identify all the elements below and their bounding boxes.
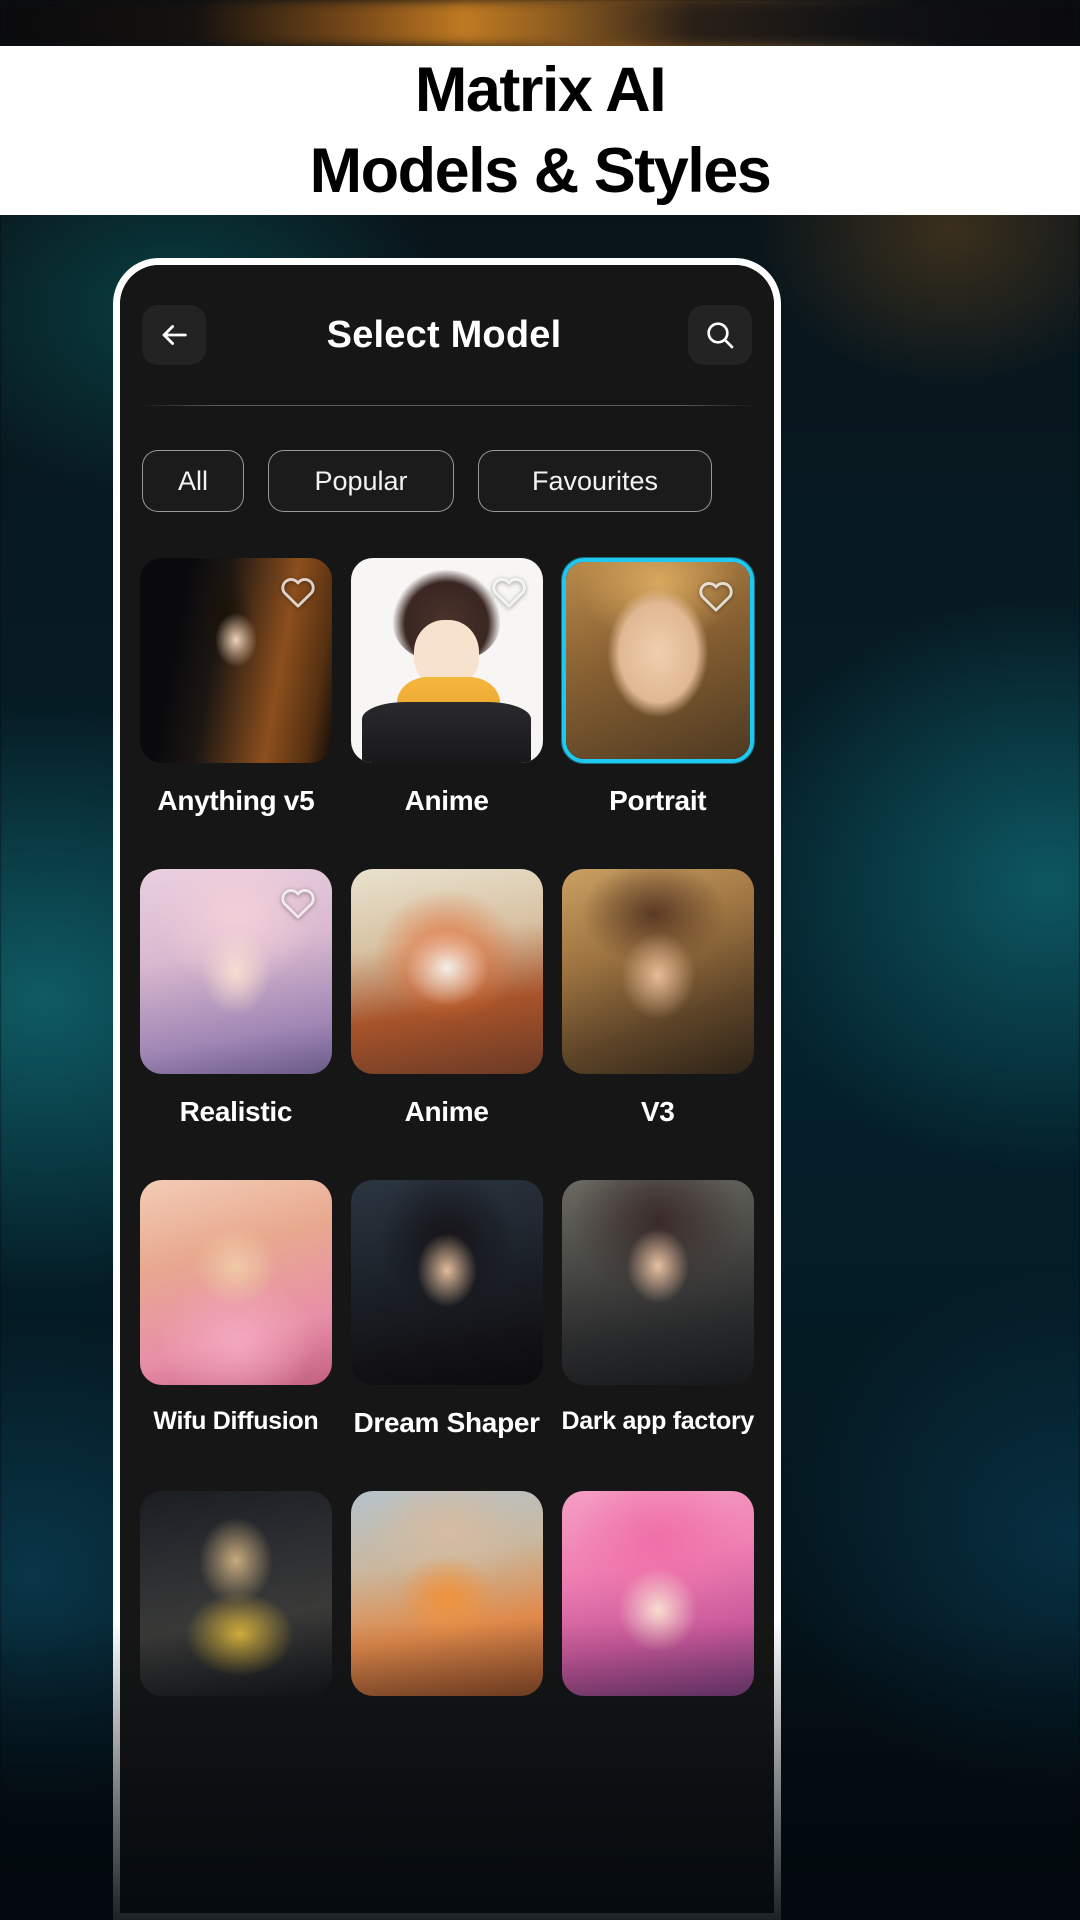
model-preview-image [350,1180,543,1385]
model-grid: Anything v5 Anime Portrait Realistic Anime V3… [120,512,774,1764]
search-icon [707,322,734,349]
model-card[interactable]: Anything v5 [140,558,332,863]
model-preview-image [561,869,754,1074]
model-card[interactable]: V3 [561,869,754,1174]
filter-chip-row: All Popular Favourites [120,406,774,512]
model-label: Anime [404,785,489,816]
background-bottom-fade [0,1620,1080,1920]
promo-title-line-1: Matrix AI [414,54,667,125]
favourite-heart-icon[interactable] [489,572,529,612]
model-card[interactable]: Anime [350,869,543,1174]
filter-chip-favourites[interactable]: Favourites [478,450,712,512]
model-card[interactable]: Realistic [140,869,332,1174]
model-card[interactable]: Dream Shaper [350,1180,543,1485]
model-preview-image [561,1180,754,1385]
model-thumbnail[interactable] [140,869,332,1074]
model-thumbnail[interactable] [350,869,543,1074]
model-label: Portrait [609,785,707,816]
model-thumbnail[interactable] [561,869,754,1074]
model-thumbnail[interactable] [140,558,332,763]
model-preview-image [350,869,543,1074]
back-button[interactable] [142,305,206,365]
model-thumbnail[interactable] [140,1180,332,1385]
background-top-glow [0,0,1080,46]
arrow-left-icon [162,325,187,345]
model-label: Realistic [179,1096,293,1127]
favourite-heart-icon[interactable] [696,576,736,616]
model-card[interactable]: Dark app factory [561,1180,755,1485]
filter-chip-popular[interactable]: Popular [268,450,454,512]
model-label: Anime [404,1096,489,1127]
model-thumbnail[interactable] [561,1180,754,1385]
favourite-heart-icon[interactable] [278,883,318,923]
model-thumbnail[interactable] [350,1180,543,1385]
model-thumbnail-selected[interactable] [561,558,754,763]
model-label: V3 [640,1096,675,1127]
app-header: Select Model [120,265,774,405]
model-card[interactable]: Wifu Diffusion [140,1180,332,1485]
model-label: Dream Shaper [353,1407,540,1438]
model-thumbnail[interactable] [350,558,543,763]
model-label: Wifu Diffusion [153,1407,319,1435]
favourite-heart-icon[interactable] [278,572,318,612]
search-button[interactable] [688,305,752,365]
model-label: Dark app factory [561,1407,755,1435]
model-preview-detail [362,701,531,763]
model-preview-image [140,1180,332,1385]
model-card[interactable]: Anime [350,558,543,863]
filter-chip-all[interactable]: All [142,450,244,512]
promo-title-line-2: Models & Styles [309,135,772,206]
model-label: Anything v5 [157,785,315,816]
promo-banner: Matrix AI Models & Styles [0,46,1080,215]
model-card[interactable]: Portrait [561,558,754,863]
page-title: Select Model [326,313,562,356]
